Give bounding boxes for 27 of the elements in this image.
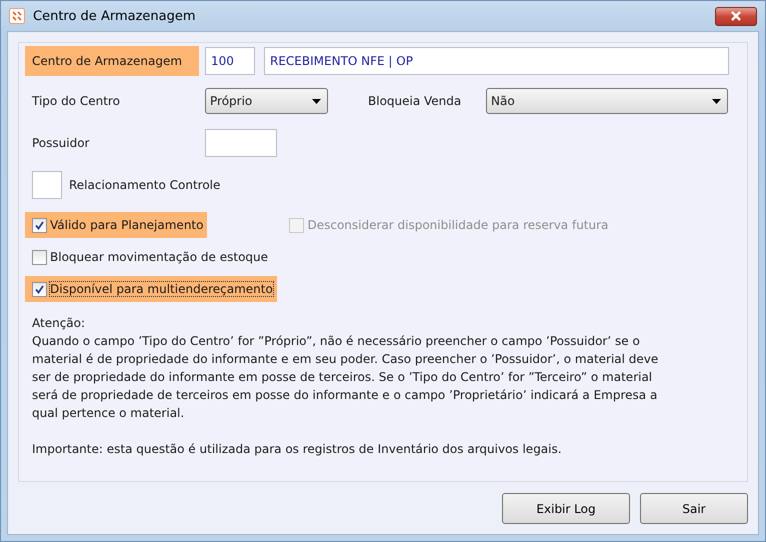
field-label: Relacionamento Controle [69, 178, 220, 192]
window-title: Centro de Armazenagem [33, 8, 196, 24]
field-label: Tipo do Centro [31, 94, 121, 108]
checkbox[interactable]: Válido para Planejamento [25, 212, 208, 238]
dropdown[interactable]: Próprio [205, 88, 328, 114]
notice-paragraph: Importante: esta questão é utilizada para os registros de Inventário dos arquivos legais. [32, 441, 563, 458]
dropdown[interactable]: Não [486, 88, 728, 114]
input-field[interactable] [32, 171, 62, 199]
app-icon [9, 8, 25, 24]
log-button[interactable]: Exibir Log [502, 493, 630, 524]
notice-heading: Atenção: [32, 315, 86, 332]
checkbox[interactable]: Bloquear movimentação de estoque [25, 244, 272, 270]
possuidor-field[interactable] [205, 129, 277, 157]
exit-button[interactable]: Sair [640, 493, 748, 524]
checkbox[interactable]: Disponível para multiendereçamento [25, 276, 277, 302]
check-icon [34, 220, 45, 230]
caret-icon [712, 98, 721, 104]
caret-icon [312, 98, 321, 104]
notice-paragraph: Quando o campo ’Tipo do Centro’ for ”Próprio”, não é necessário preencher o campo ’Possuidor’ se o material é de propriedade do informante e em seu poder. Caso preencher o ’Possuidor’, o material deve ser de propriedade do informante em posse de terceiros. Se o ’Tipo do Centro’ for ”Terceiro” o material será de propriedade de terceiros em posse do informante e o campo ’Proprietário’ indicará a Empresa a qual pertence o material. [32, 333, 660, 422]
field-label: Centro de Armazenagem [25, 46, 199, 76]
field-label: Bloqueia Venda [368, 94, 462, 108]
check-icon [34, 284, 45, 294]
close-icon [730, 11, 742, 21]
description-field[interactable]: RECEBIMENTO NFE | OP [264, 47, 729, 75]
code-field[interactable]: 100 [205, 47, 255, 75]
field-label: Possuidor [31, 136, 90, 150]
close-button[interactable] [715, 6, 757, 26]
